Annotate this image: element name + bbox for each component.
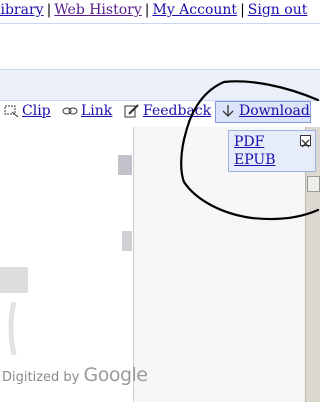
watermark-prefix: Digitized by bbox=[2, 370, 80, 385]
scrollbar-thumb[interactable] bbox=[307, 176, 320, 192]
separator: | bbox=[144, 2, 150, 18]
feedback-link[interactable]: Feedback bbox=[143, 103, 211, 119]
digitized-by-watermark: Digitized by Google bbox=[2, 364, 148, 386]
scanned-page-marks bbox=[0, 155, 132, 356]
download-epub-link[interactable]: EPUB bbox=[234, 152, 275, 168]
separator: | bbox=[240, 2, 245, 18]
download-arrow-icon bbox=[222, 105, 234, 117]
sign-out-link[interactable]: Sign out bbox=[248, 2, 308, 18]
google-logo: Google bbox=[83, 364, 149, 386]
web-history-link[interactable]: Web History bbox=[54, 2, 141, 18]
header-divider bbox=[0, 23, 320, 24]
separator: | bbox=[46, 2, 52, 18]
link-tool[interactable]: Link bbox=[62, 103, 112, 119]
download-menu: PDF EPUB bbox=[228, 130, 316, 172]
link-link[interactable]: Link bbox=[81, 103, 112, 119]
my-account-link[interactable]: My Account bbox=[152, 2, 237, 18]
chain-link-icon bbox=[62, 107, 78, 115]
download-link[interactable]: Download bbox=[239, 103, 310, 119]
clip-tool[interactable]: Clip bbox=[3, 103, 51, 119]
clip-icon bbox=[4, 105, 19, 118]
download-pdf-link[interactable]: PDF bbox=[234, 134, 264, 150]
pencil-icon bbox=[124, 104, 139, 118]
toolbar-band bbox=[0, 69, 320, 101]
download-tool[interactable]: Download bbox=[220, 103, 310, 119]
book-toolbar: Clip Link Feedback Download bbox=[0, 101, 320, 125]
book-page-view[interactable] bbox=[0, 127, 134, 402]
close-icon[interactable] bbox=[300, 135, 311, 148]
feedback-tool[interactable]: Feedback bbox=[124, 103, 211, 119]
library-link[interactable]: library bbox=[0, 2, 44, 18]
clip-link[interactable]: Clip bbox=[22, 103, 51, 119]
